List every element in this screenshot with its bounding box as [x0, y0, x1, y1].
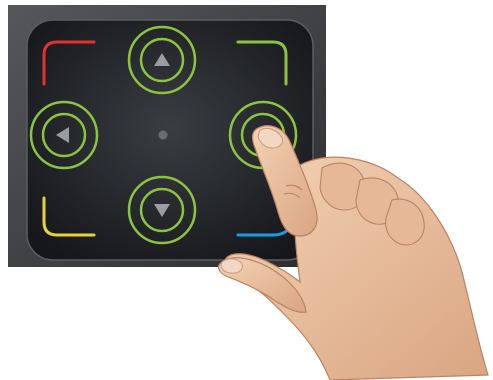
- remote-control-illustration: [0, 0, 493, 380]
- center-dot: [158, 130, 168, 140]
- remote-artwork: [8, 5, 489, 380]
- thumbnail: [220, 258, 243, 274]
